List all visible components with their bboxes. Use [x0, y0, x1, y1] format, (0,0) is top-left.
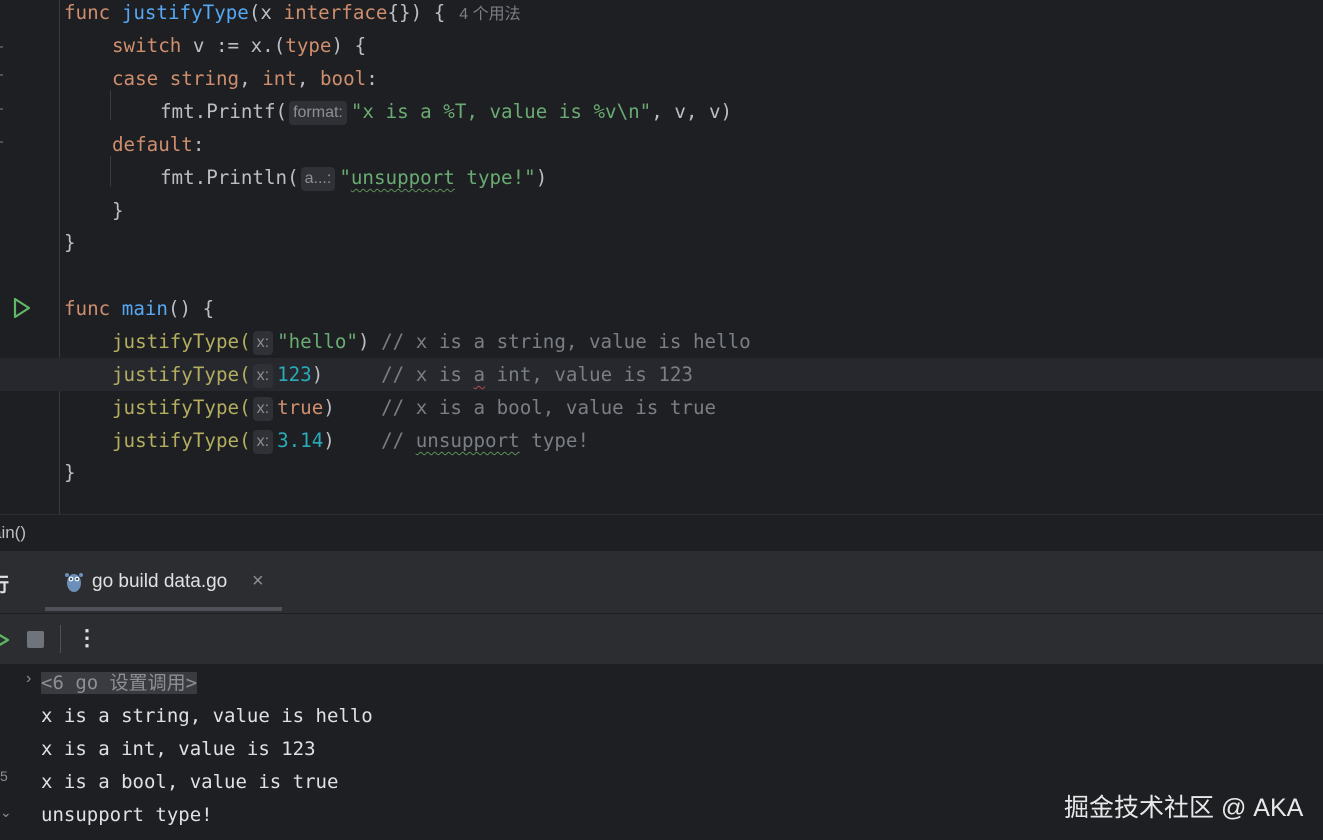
- type-name: int: [262, 67, 297, 90]
- close-icon[interactable]: ×: [252, 570, 264, 593]
- comment: int, value is 123: [485, 363, 693, 386]
- code-line: func main() {: [0, 292, 1323, 325]
- code-text: }: [64, 461, 76, 484]
- code-line: fmt.Println(a...: "unsupport type!"): [0, 161, 1323, 194]
- code-line: justifyType(x: "hello") // x is a string,…: [0, 325, 1323, 358]
- number-literal: 3.14: [277, 429, 324, 452]
- active-tab-indicator: [45, 607, 282, 611]
- usages-hint[interactable]: 4 个用法: [459, 6, 520, 23]
- code-editor[interactable]: func justifyType(x interface{}) { 4 个用法 s…: [0, 0, 1323, 514]
- console-gutter: 5 ⌄: [0, 664, 24, 840]
- keyword: func: [64, 297, 111, 320]
- breadcrumb[interactable]: ain(): [0, 514, 1323, 551]
- code-line: }: [0, 194, 1323, 227]
- rerun-icon[interactable]: [0, 629, 10, 651]
- parameter-hint: x:: [252, 331, 274, 355]
- code-text: ): [535, 166, 548, 189]
- code-text: , v, v): [651, 100, 733, 123]
- code-line: justifyType(x: true) // x is a bool, valu…: [0, 391, 1323, 424]
- code-text: :: [192, 133, 205, 156]
- code-text: ) {: [331, 34, 367, 57]
- function-call: justifyType(: [112, 363, 251, 386]
- console-line: unsupport type!: [41, 804, 213, 826]
- string-literal: type!": [454, 166, 536, 189]
- code-line: }: [0, 456, 1323, 489]
- chevron-right-icon[interactable]: ›: [26, 670, 31, 688]
- comment: // x is: [381, 363, 474, 386]
- parameter-hint: x:: [252, 397, 274, 421]
- code-text: () {: [168, 297, 215, 320]
- code-line: switch v := x.(type) {: [0, 29, 1323, 62]
- function-call: fmt.Printf(: [160, 100, 288, 123]
- function-name: main: [121, 297, 168, 320]
- tab-label: go build data.go: [92, 571, 228, 592]
- code-text: (x: [248, 1, 284, 24]
- function-call: justifyType(: [112, 396, 251, 419]
- console-line: x is a string, value is hello: [41, 705, 373, 727]
- code-line: fmt.Printf(format: "x is a %T, value is %…: [0, 95, 1323, 128]
- go-gopher-icon: [65, 573, 83, 592]
- code-line: }: [0, 226, 1323, 259]
- code-text: }: [112, 199, 124, 222]
- code-text: {}) {: [387, 1, 446, 24]
- grammar-underlined-word[interactable]: a: [473, 363, 485, 386]
- typo-underlined-word[interactable]: unsupport: [351, 166, 455, 189]
- console-line: x is a bool, value is true: [41, 771, 339, 793]
- gutter-marker: ⌄: [0, 804, 12, 820]
- code-text: ): [323, 429, 335, 452]
- breadcrumb-item[interactable]: ain(): [0, 523, 26, 543]
- function-name: justifyType: [121, 1, 249, 24]
- keyword: default: [112, 133, 193, 156]
- keyword: switch: [112, 34, 182, 57]
- more-options-icon[interactable]: ⋮: [76, 625, 98, 651]
- parameter-hint: format:: [289, 101, 347, 125]
- watermark: 掘金技术社区 @ AKA: [1064, 794, 1304, 822]
- string-literal: ": [339, 166, 351, 189]
- code-text: v := x.(: [181, 34, 286, 57]
- comment: type!: [519, 429, 590, 452]
- function-call: justifyType(: [112, 330, 251, 353]
- code-line-current: justifyType(x: 123) // x is a int, value …: [0, 358, 1323, 391]
- run-toolbar: ⋮: [0, 613, 1323, 664]
- string-literal: "x is a %T, value is %v\n": [350, 100, 652, 123]
- gutter-marker: 5: [0, 768, 8, 784]
- toolbar-divider: [60, 625, 61, 653]
- code-text: ): [323, 396, 335, 419]
- code-text: ): [357, 330, 370, 353]
- function-call: justifyType(: [112, 429, 251, 452]
- parameter-hint: a...:: [300, 167, 336, 191]
- keyword: interface: [283, 1, 388, 24]
- type-name: string: [169, 67, 240, 90]
- parameter-hint: x:: [252, 430, 274, 454]
- code-line: default:: [0, 128, 1323, 161]
- tab-go-build[interactable]: go build data.go ×: [45, 551, 282, 613]
- keyword: func: [64, 1, 111, 24]
- code-text: ): [311, 363, 324, 386]
- string-literal: "hello": [277, 330, 358, 353]
- keyword: type: [285, 34, 332, 57]
- code-line: func justifyType(x interface{}) { 4 个用法: [0, 0, 1323, 29]
- typo-underlined-word[interactable]: unsupport: [416, 429, 520, 452]
- keyword: case: [112, 67, 159, 90]
- number-literal: 123: [277, 363, 312, 386]
- run-panel-header: 行 go build data.go ×: [0, 551, 1323, 613]
- run-panel-title: 行: [0, 570, 9, 597]
- parameter-hint: x:: [252, 364, 274, 388]
- stop-icon[interactable]: [27, 631, 44, 648]
- code-line: case string, int, bool:: [112, 67, 378, 90]
- collapsed-command-line[interactable]: <6 go 设置调用>: [41, 672, 198, 694]
- function-call: fmt.Println(: [160, 166, 299, 189]
- bool-literal: true: [277, 396, 324, 419]
- code-line: justifyType(x: 3.14) // unsupport type!: [0, 424, 1323, 457]
- console-line: x is a int, value is 123: [41, 738, 316, 760]
- type-name: bool: [319, 67, 367, 90]
- comment: // x is a bool, value is true: [381, 396, 717, 419]
- comment: //: [381, 429, 416, 452]
- code-text: }: [64, 231, 76, 254]
- comment: // x is a string, value is hello: [369, 330, 751, 353]
- code-text: :: [366, 67, 378, 90]
